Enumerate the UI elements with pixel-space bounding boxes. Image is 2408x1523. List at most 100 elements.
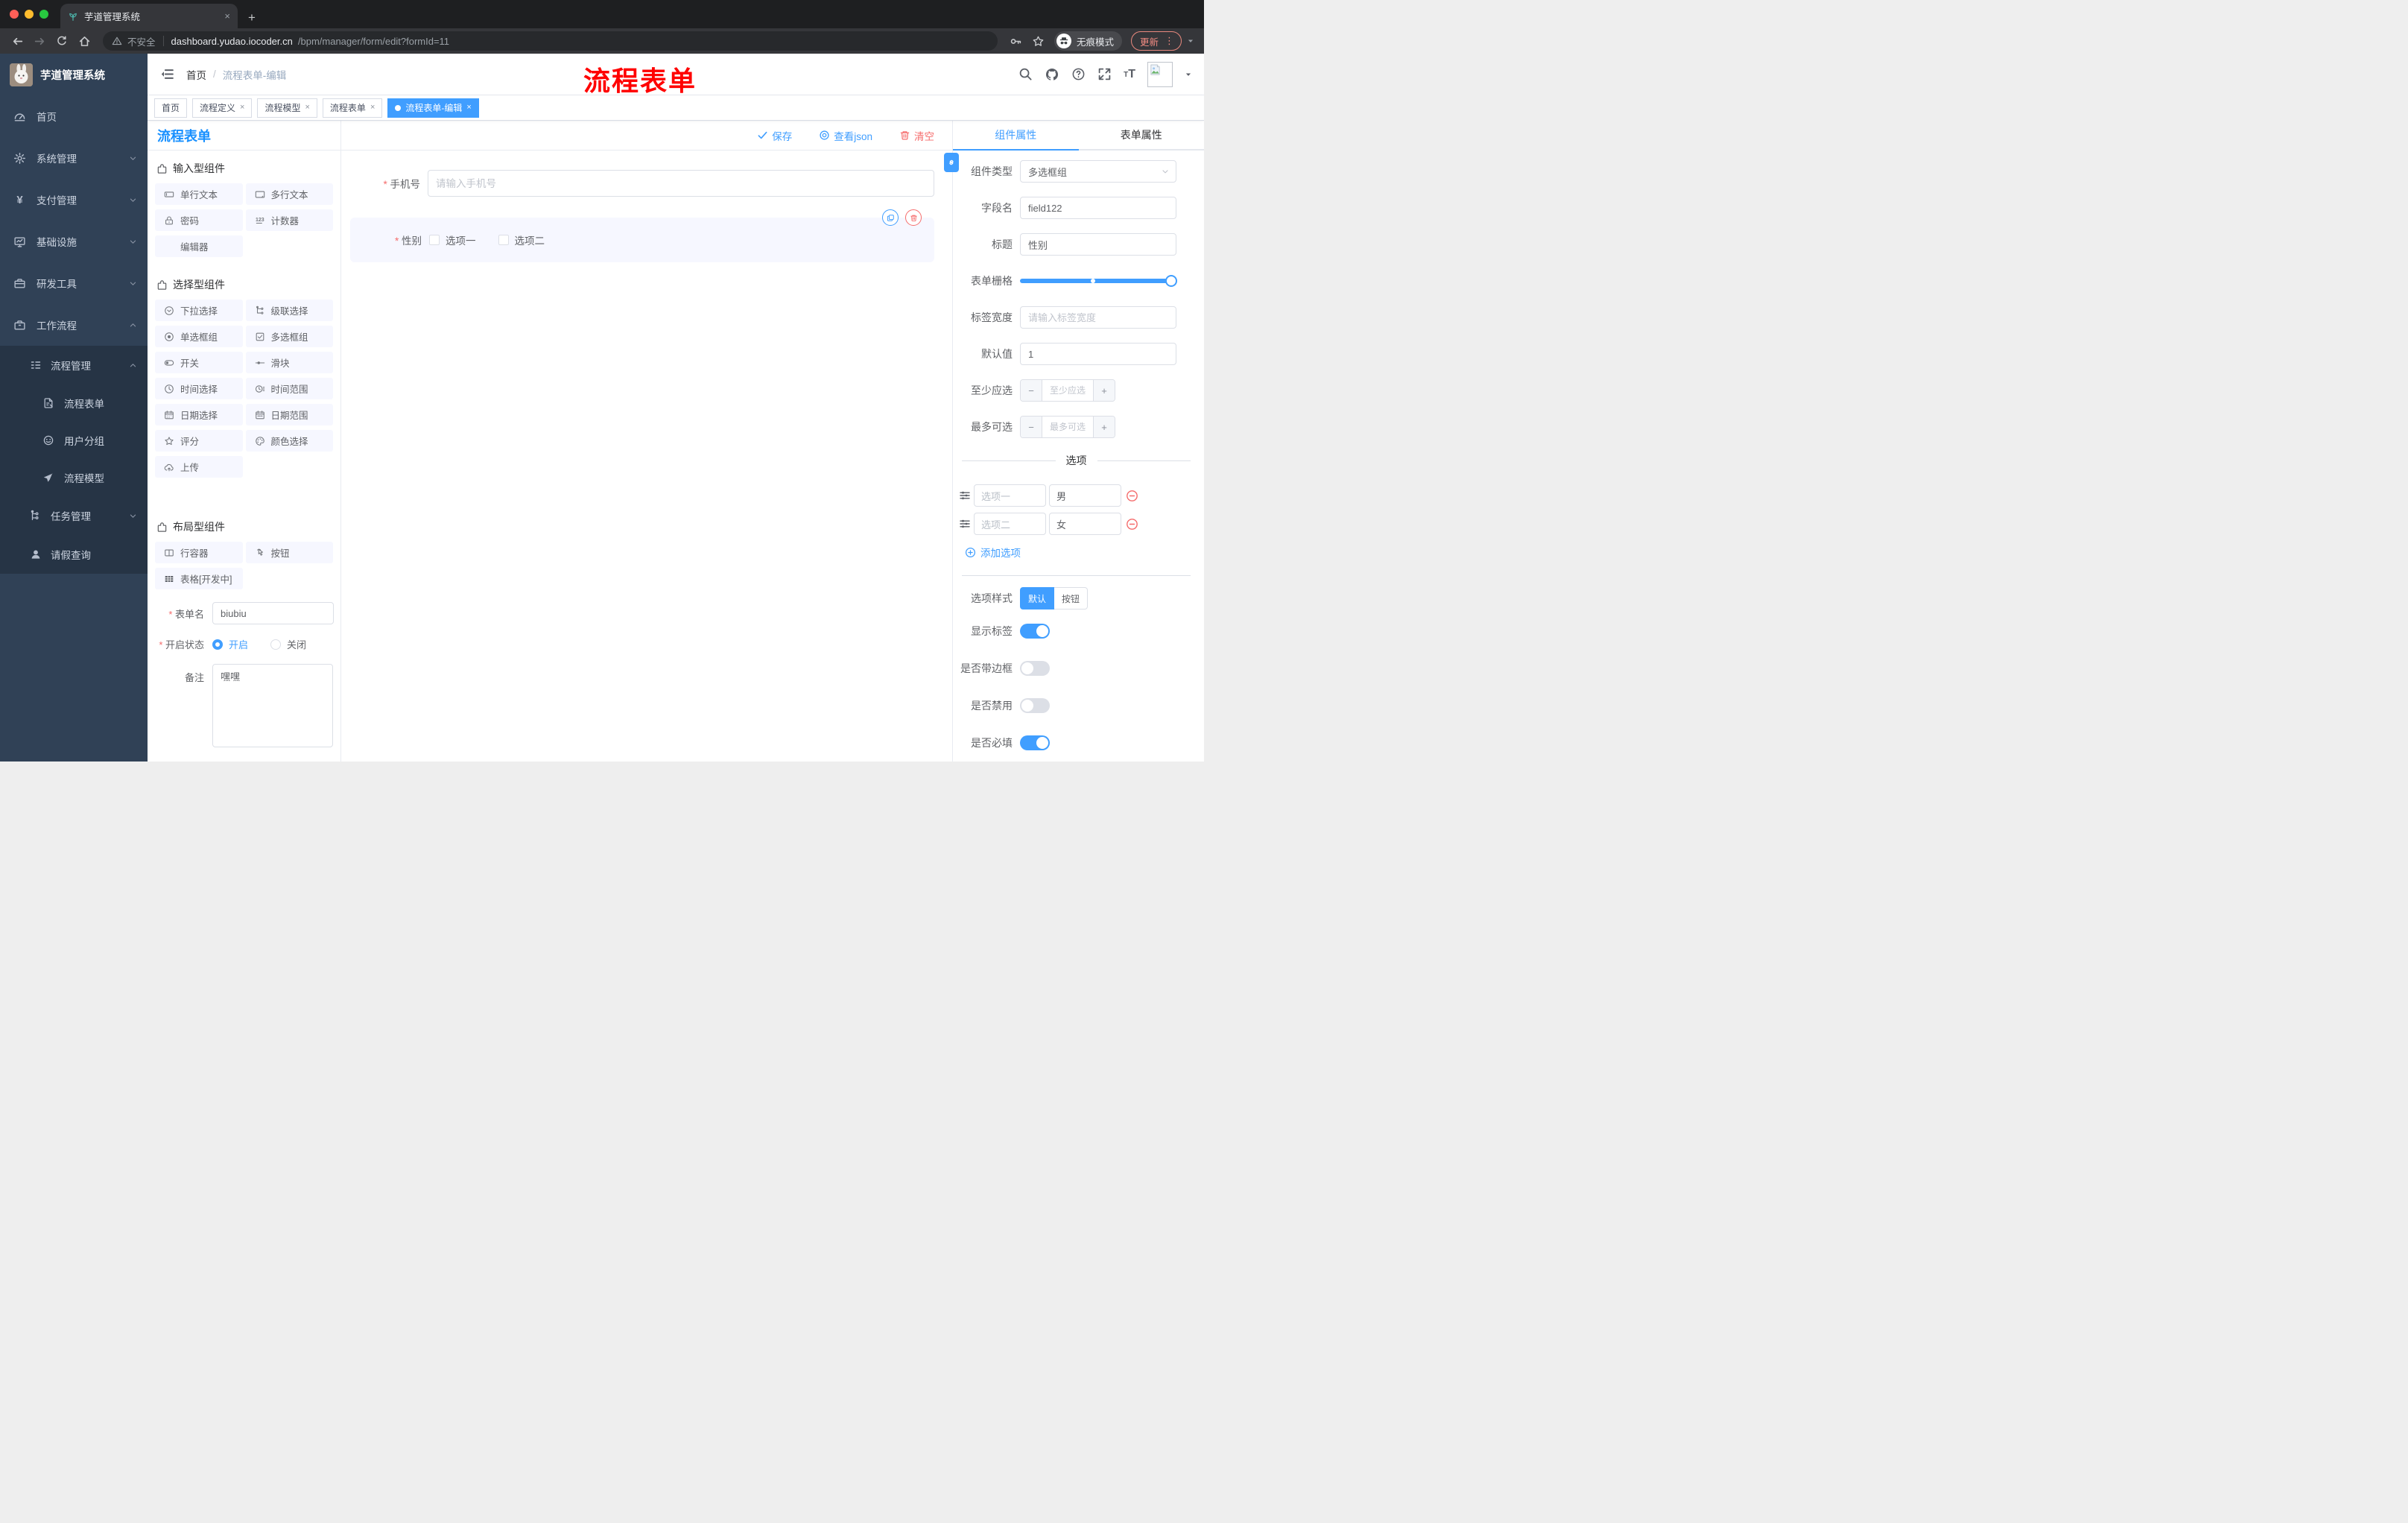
- save-button[interactable]: 保存: [757, 128, 792, 143]
- view-json-button[interactable]: 查看json: [819, 128, 872, 143]
- sidebar-item-system[interactable]: 系统管理: [0, 137, 148, 179]
- gender-option1-checkbox[interactable]: 选项一: [429, 232, 476, 247]
- sidebar-item-payment[interactable]: ¥ 支付管理: [0, 179, 148, 221]
- drag-handle-icon[interactable]: [959, 518, 971, 530]
- component-select[interactable]: 下拉选择: [155, 300, 243, 321]
- font-size-icon[interactable]: TT: [1124, 68, 1135, 80]
- component-password[interactable]: 密码: [155, 209, 243, 231]
- new-tab-button[interactable]: [248, 11, 256, 28]
- help-question-icon[interactable]: [1071, 67, 1086, 81]
- tag-close-icon[interactable]: [240, 104, 244, 112]
- form-grid-slider[interactable]: [1020, 270, 1177, 292]
- sidebar-item-user-group[interactable]: 用户分组: [0, 422, 148, 459]
- component-time-picker[interactable]: 时间选择: [155, 378, 243, 399]
- style-button-button[interactable]: 按钮: [1054, 587, 1089, 609]
- component-time-range[interactable]: 时间范围: [245, 378, 333, 399]
- disabled-toggle[interactable]: [1020, 698, 1050, 713]
- password-key-icon[interactable]: [1007, 31, 1026, 51]
- reload-icon[interactable]: [52, 31, 72, 51]
- component-date-range[interactable]: 日期范围: [245, 404, 333, 425]
- hamburger-icon[interactable]: [160, 67, 174, 81]
- show-label-toggle[interactable]: [1020, 624, 1050, 639]
- forward-icon[interactable]: [30, 31, 49, 51]
- component-single-line-text[interactable]: 单行文本: [155, 183, 243, 205]
- minimize-window-button[interactable]: [25, 10, 34, 19]
- tab-close-icon[interactable]: [224, 11, 230, 21]
- status-off-radio[interactable]: [270, 639, 282, 650]
- delete-field-button[interactable]: [905, 209, 922, 226]
- close-window-button[interactable]: [10, 10, 19, 19]
- label-width-input[interactable]: [1020, 306, 1176, 329]
- option1-value-input[interactable]: [1049, 484, 1121, 507]
- browser-tab[interactable]: 芋道管理系统: [60, 4, 238, 28]
- component-switch[interactable]: 开关: [155, 352, 243, 373]
- profile-caret-icon[interactable]: [1185, 31, 1197, 51]
- search-icon[interactable]: [1018, 67, 1033, 81]
- github-icon[interactable]: [1045, 67, 1059, 82]
- component-editor[interactable]: 编辑器: [155, 235, 243, 257]
- fullscreen-icon[interactable]: [1097, 67, 1112, 81]
- copy-field-button[interactable]: [882, 209, 899, 226]
- form-name-input[interactable]: [212, 602, 334, 624]
- canvas[interactable]: 手机号 性别 选项一: [341, 151, 952, 762]
- clear-button[interactable]: 清空: [899, 128, 934, 143]
- status-off-label[interactable]: 关闭: [287, 637, 306, 651]
- sidebar-item-leave-query[interactable]: 请假查询: [0, 535, 148, 574]
- selected-gender-field[interactable]: 性别 选项一 选项二: [350, 209, 934, 262]
- breadcrumb-home[interactable]: 首页: [186, 67, 206, 82]
- component-rate[interactable]: 评分: [155, 430, 243, 452]
- tag-close-icon[interactable]: [466, 104, 471, 112]
- component-upload[interactable]: 上传: [155, 456, 243, 478]
- bookmark-star-icon[interactable]: [1029, 31, 1048, 51]
- browser-menu-icon[interactable]: [1165, 34, 1174, 48]
- component-date-picker[interactable]: 日期选择: [155, 404, 243, 425]
- phone-field-input[interactable]: [428, 170, 934, 197]
- component-radio-group[interactable]: 单选框组: [155, 326, 243, 347]
- slider-handle[interactable]: [1165, 275, 1177, 287]
- component-checkbox-group[interactable]: 多选框组: [245, 326, 333, 347]
- tag-process-form[interactable]: 流程表单: [322, 98, 383, 118]
- tag-home[interactable]: 首页: [154, 98, 188, 118]
- tag-process-definition[interactable]: 流程定义: [192, 98, 253, 118]
- link-tag-button[interactable]: [944, 153, 959, 172]
- sidebar-item-infrastructure[interactable]: 基础设施: [0, 221, 148, 262]
- title-input[interactable]: [1020, 233, 1176, 256]
- option2-value-input[interactable]: [1049, 513, 1121, 535]
- increase-button[interactable]: [1093, 417, 1115, 437]
- remove-option-button[interactable]: [1126, 518, 1138, 531]
- component-counter[interactable]: 123 计数器: [245, 209, 333, 231]
- sidebar-item-process-form[interactable]: 流程表单: [0, 384, 148, 422]
- option2-label-input[interactable]: [974, 513, 1046, 535]
- sidebar-item-devtools[interactable]: 研发工具: [0, 262, 148, 304]
- incognito-badge[interactable]: 无痕模式: [1054, 31, 1122, 51]
- tag-process-form-edit[interactable]: 流程表单-编辑: [387, 98, 479, 118]
- tag-close-icon[interactable]: [305, 104, 309, 112]
- sidebar-item-process-model[interactable]: 流程模型: [0, 459, 148, 496]
- avatar-caret-icon[interactable]: [1185, 71, 1192, 78]
- sidebar-item-workflow[interactable]: 工作流程: [0, 304, 148, 346]
- max-select-input[interactable]: [1042, 417, 1093, 437]
- add-option-button[interactable]: 添加选项: [965, 545, 1204, 560]
- avatar[interactable]: [1147, 61, 1173, 87]
- tab-component-props[interactable]: 组件属性: [953, 121, 1079, 151]
- field-name-input[interactable]: [1020, 197, 1176, 219]
- sidebar-item-task-mgmt[interactable]: 任务管理: [0, 496, 148, 535]
- component-multi-line-text[interactable]: 多行文本: [245, 183, 333, 205]
- decrease-button[interactable]: [1021, 417, 1042, 437]
- maximize-window-button[interactable]: [39, 10, 48, 19]
- update-button[interactable]: 更新: [1130, 31, 1182, 51]
- required-toggle[interactable]: [1020, 735, 1050, 750]
- remove-option-button[interactable]: [1126, 490, 1138, 502]
- min-select-input[interactable]: [1042, 380, 1093, 401]
- component-type-select[interactable]: 多选框组: [1020, 160, 1176, 183]
- component-cascader[interactable]: 级联选择: [245, 300, 333, 321]
- phone-field[interactable]: 手机号: [350, 170, 934, 197]
- form-remark-textarea[interactable]: 嘿嘿: [212, 664, 333, 747]
- gender-option2-checkbox[interactable]: 选项二: [498, 232, 545, 247]
- tag-close-icon[interactable]: [370, 104, 375, 112]
- option1-label-input[interactable]: [974, 484, 1046, 507]
- increase-button[interactable]: [1093, 380, 1115, 401]
- address-bar[interactable]: 不安全 dashboard.yudao.iocoder.cn/bpm/manag…: [103, 31, 998, 51]
- tag-process-model[interactable]: 流程模型: [257, 98, 317, 118]
- sidebar-logo[interactable]: 芋道管理系统: [0, 54, 148, 95]
